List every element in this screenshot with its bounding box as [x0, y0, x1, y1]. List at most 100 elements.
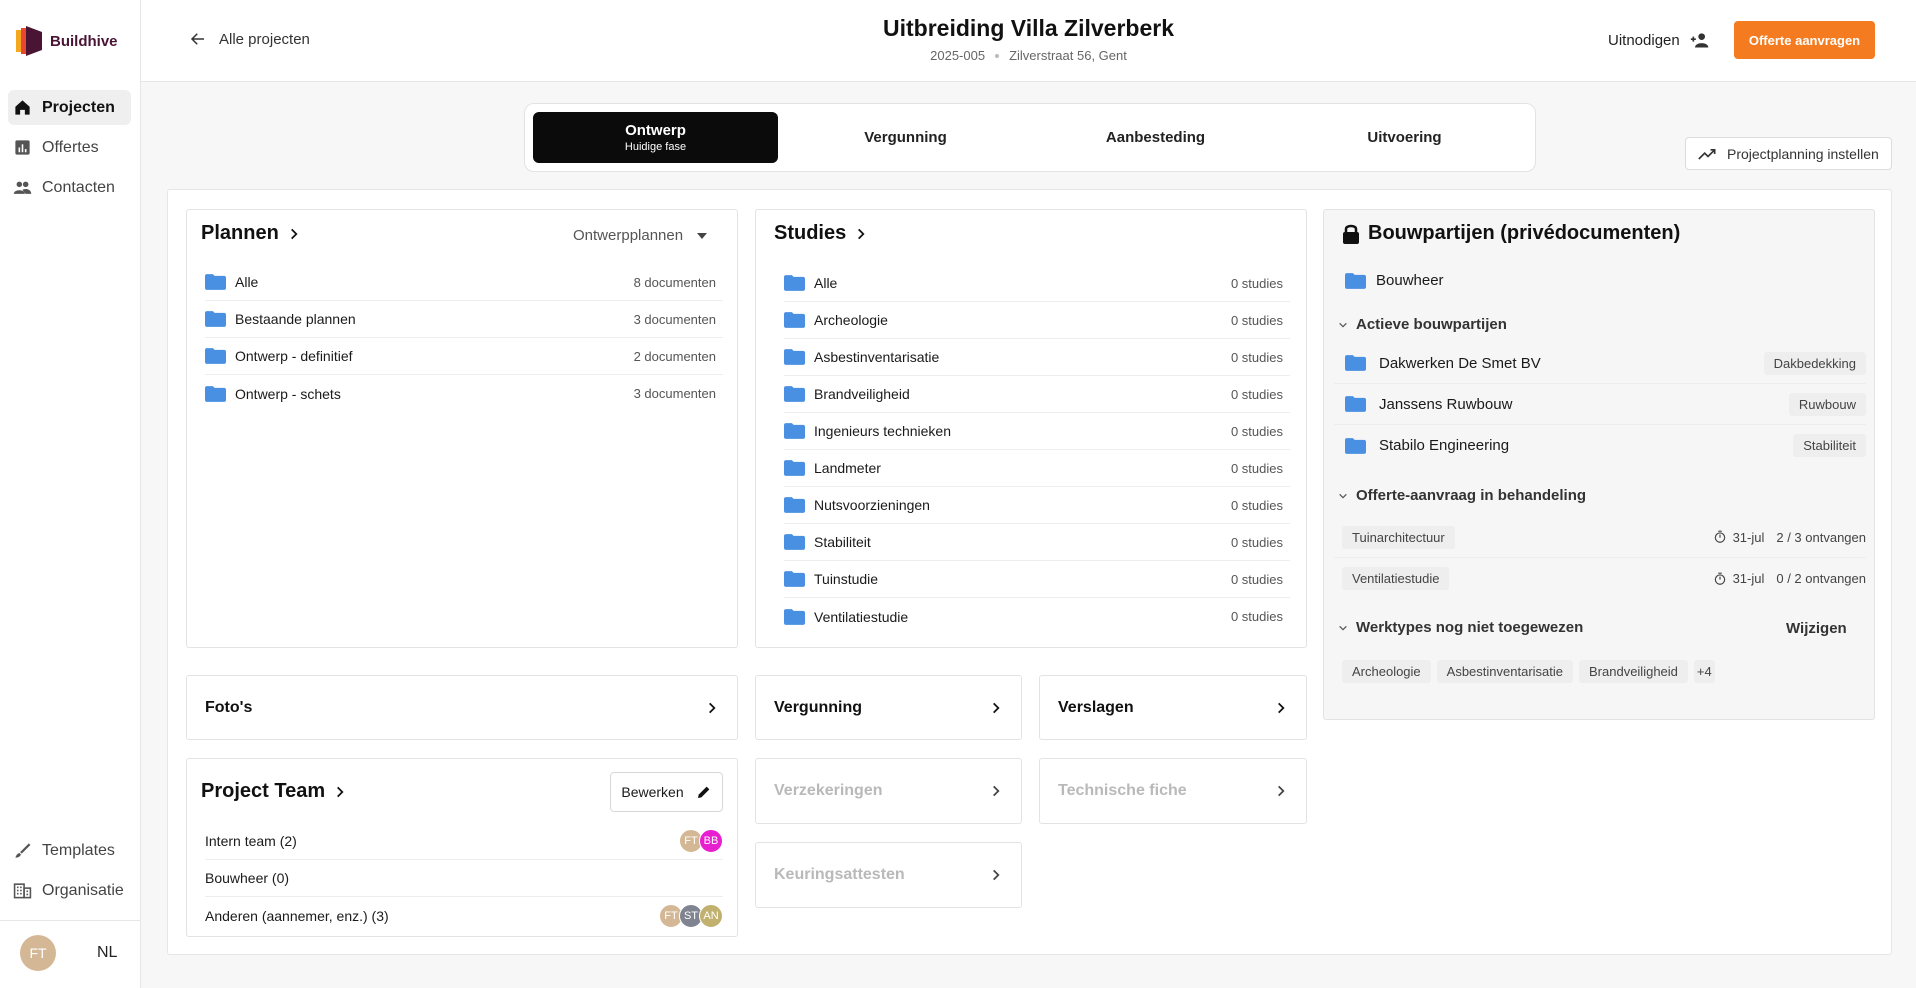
fotos-card[interactable]: Foto's	[186, 675, 738, 740]
edit-worktypes-button[interactable]: Wijzigen	[1786, 620, 1847, 637]
chevron-down-icon	[1339, 493, 1347, 499]
vergunning-card[interactable]: Vergunning	[755, 675, 1022, 740]
list-item[interactable]: Landmeter 0 studies	[784, 450, 1290, 487]
unassigned-tags: Archeologie Asbestinventarisatie Brandveil…	[1342, 660, 1715, 683]
pending-quotes-list: Tuinarchitectuur 31-jul 2 / 3 ontvangen Ven…	[1334, 517, 1866, 599]
plannen-title: Plannen	[201, 222, 279, 244]
unassigned-section-title: Werktypes nog niet toegewezen	[1356, 619, 1584, 636]
folder-icon	[1345, 396, 1366, 412]
tab-uitvoering[interactable]: Uitvoering	[1282, 112, 1527, 163]
list-item[interactable]: Tuinstudie 0 studies	[784, 561, 1290, 598]
back-label: Alle projecten	[219, 30, 310, 48]
active-section-toggle[interactable]: Actieve bouwpartijen	[1338, 316, 1507, 333]
row-count: 0 studies	[1230, 275, 1283, 291]
edit-team-label: Bewerken	[621, 784, 684, 800]
keuringsattesten-title: Keuringsattesten	[774, 866, 905, 883]
sidebar: Buildhive Projecten Offertes Contacten T…	[0, 0, 141, 988]
list-item[interactable]: Ingenieurs technieken 0 studies	[784, 413, 1290, 450]
back-link[interactable]: Alle projecten	[189, 30, 310, 48]
list-item[interactable]: Bestaande plannen 3 documenten	[205, 301, 723, 338]
tab-aanbesteding[interactable]: Aanbesteding	[1033, 112, 1278, 163]
row-label: Alle	[235, 274, 259, 290]
chart-icon	[15, 140, 30, 155]
project-team-header[interactable]: Project Team	[201, 780, 347, 803]
nav-item-organisatie[interactable]: Organisatie	[8, 873, 131, 908]
project-planning-button[interactable]: Projectplanning instellen	[1685, 137, 1892, 170]
user-avatar[interactable]: FT	[20, 935, 56, 971]
bouwpartij-row[interactable]: Janssens Ruwbouw Ruwbouw	[1334, 384, 1866, 425]
avatar-stack: FT BB	[679, 829, 723, 853]
pending-section-title: Offerte-aanvraag in behandeling	[1356, 487, 1587, 504]
plannen-header[interactable]: Plannen	[201, 222, 301, 245]
list-item[interactable]: Ventilatiestudie 0 studies	[784, 598, 1290, 635]
nav-item-offertes[interactable]: Offertes	[8, 130, 131, 165]
studies-header[interactable]: Studies	[774, 222, 868, 245]
people-icon	[13, 181, 32, 194]
tab-label: Aanbesteding	[1105, 129, 1206, 146]
invite-button[interactable]: Uitnodigen	[1608, 30, 1710, 50]
vergunning-title: Vergunning	[774, 698, 862, 716]
chevron-right-icon	[993, 869, 1000, 881]
folder-icon	[784, 349, 805, 365]
list-item[interactable]: Ontwerp - schets 3 documenten	[205, 375, 723, 412]
team-row[interactable]: Intern team (2) FT BB	[205, 823, 723, 860]
nav-label: Organisatie	[42, 881, 124, 899]
nav-item-templates[interactable]: Templates	[8, 833, 131, 868]
keuringsattesten-card[interactable]: Keuringsattesten	[755, 842, 1022, 908]
pending-quote-row[interactable]: Ventilatiestudie 31-jul 0 / 2 ontvangen	[1334, 558, 1866, 599]
tab-label: Vergunning	[864, 129, 947, 146]
bouwpartij-row[interactable]: Dakwerken De Smet BV Dakbedekking	[1334, 343, 1866, 384]
pending-quote-row[interactable]: Tuinarchitectuur 31-jul 2 / 3 ontvangen	[1334, 517, 1866, 558]
verslagen-card[interactable]: Verslagen	[1039, 675, 1307, 740]
tab-vergunning[interactable]: Vergunning	[783, 112, 1028, 163]
row-label: Stabiliteit	[814, 534, 871, 550]
row-label: Ingenieurs technieken	[814, 423, 951, 439]
more-tags-badge[interactable]: +4	[1693, 660, 1715, 683]
folder-icon	[205, 385, 226, 402]
list-item[interactable]: Nutsvoorzieningen 0 studies	[784, 487, 1290, 524]
list-item[interactable]: Ontwerp - definitief 2 documenten	[205, 338, 723, 375]
stopwatch-icon	[1714, 572, 1725, 585]
list-item[interactable]: Archeologie 0 studies	[784, 302, 1290, 339]
unassigned-section-toggle[interactable]: Werktypes nog niet toegewezen	[1338, 619, 1583, 636]
chevron-right-icon	[993, 785, 1000, 797]
list-item[interactable]: Brandveiligheid 0 studies	[784, 376, 1290, 413]
team-row[interactable]: Bouwheer (0)	[205, 860, 723, 897]
bouwpartijen-title: Bouwpartijen (privédocumenten)	[1368, 222, 1681, 244]
list-item[interactable]: Stabiliteit 0 studies	[784, 524, 1290, 561]
list-item[interactable]: Alle 0 studies	[784, 265, 1290, 302]
bouwpartij-name: Janssens Ruwbouw	[1379, 395, 1513, 413]
nav-label: Offertes	[42, 138, 99, 156]
studies-title: Studies	[774, 222, 847, 244]
list-item[interactable]: Alle 8 documenten	[205, 264, 723, 301]
edit-team-button[interactable]: Bewerken	[610, 772, 723, 812]
list-item[interactable]: Asbestinventarisatie 0 studies	[784, 339, 1290, 376]
verzekeringen-card[interactable]: Verzekeringen	[755, 758, 1022, 824]
nav-label: Templates	[42, 841, 115, 859]
folder-icon	[784, 534, 805, 550]
nav-item-contacten[interactable]: Contacten	[8, 170, 131, 205]
received-count: 0 / 2 ontvangen	[1776, 571, 1866, 586]
bouwpartij-row[interactable]: Stabilo Engineering Stabiliteit	[1334, 425, 1866, 466]
folder-icon	[784, 608, 805, 625]
bouwheer-folder[interactable]: Bouwheer	[1345, 272, 1444, 289]
brush-icon	[15, 843, 31, 858]
plannen-filter-select[interactable]: Ontwerpplannen	[573, 227, 708, 244]
request-quote-button[interactable]: Offerte aanvragen	[1734, 21, 1875, 59]
tab-ontwerp[interactable]: Ontwerp Huidige fase	[533, 112, 778, 163]
logo[interactable]: Buildhive	[16, 24, 118, 58]
technische-fiche-card[interactable]: Technische fiche	[1039, 758, 1307, 824]
header: Alle projecten Uitbreiding Villa Zilverb…	[141, 0, 1916, 82]
row-label: Nutsvoorzieningen	[814, 497, 930, 513]
plannen-list: Alle 8 documenten Bestaande plannen 3 do…	[205, 264, 723, 412]
phase-tabs: Ontwerp Huidige fase Vergunning Aanbeste…	[524, 103, 1536, 172]
nav-item-projecten[interactable]: Projecten	[8, 90, 131, 125]
folder-icon	[1345, 437, 1366, 454]
team-row[interactable]: Anderen (aannemer, enz.) (3) FT ST AN	[205, 897, 723, 934]
worktype-tag: Ventilatiestudie	[1342, 567, 1450, 590]
row-count: 0 studies	[1230, 423, 1283, 439]
pending-section-toggle[interactable]: Offerte-aanvraag in behandeling	[1338, 487, 1586, 504]
language-selector[interactable]: NL	[97, 944, 117, 962]
folder-icon	[784, 386, 805, 402]
folder-icon	[1345, 272, 1366, 289]
